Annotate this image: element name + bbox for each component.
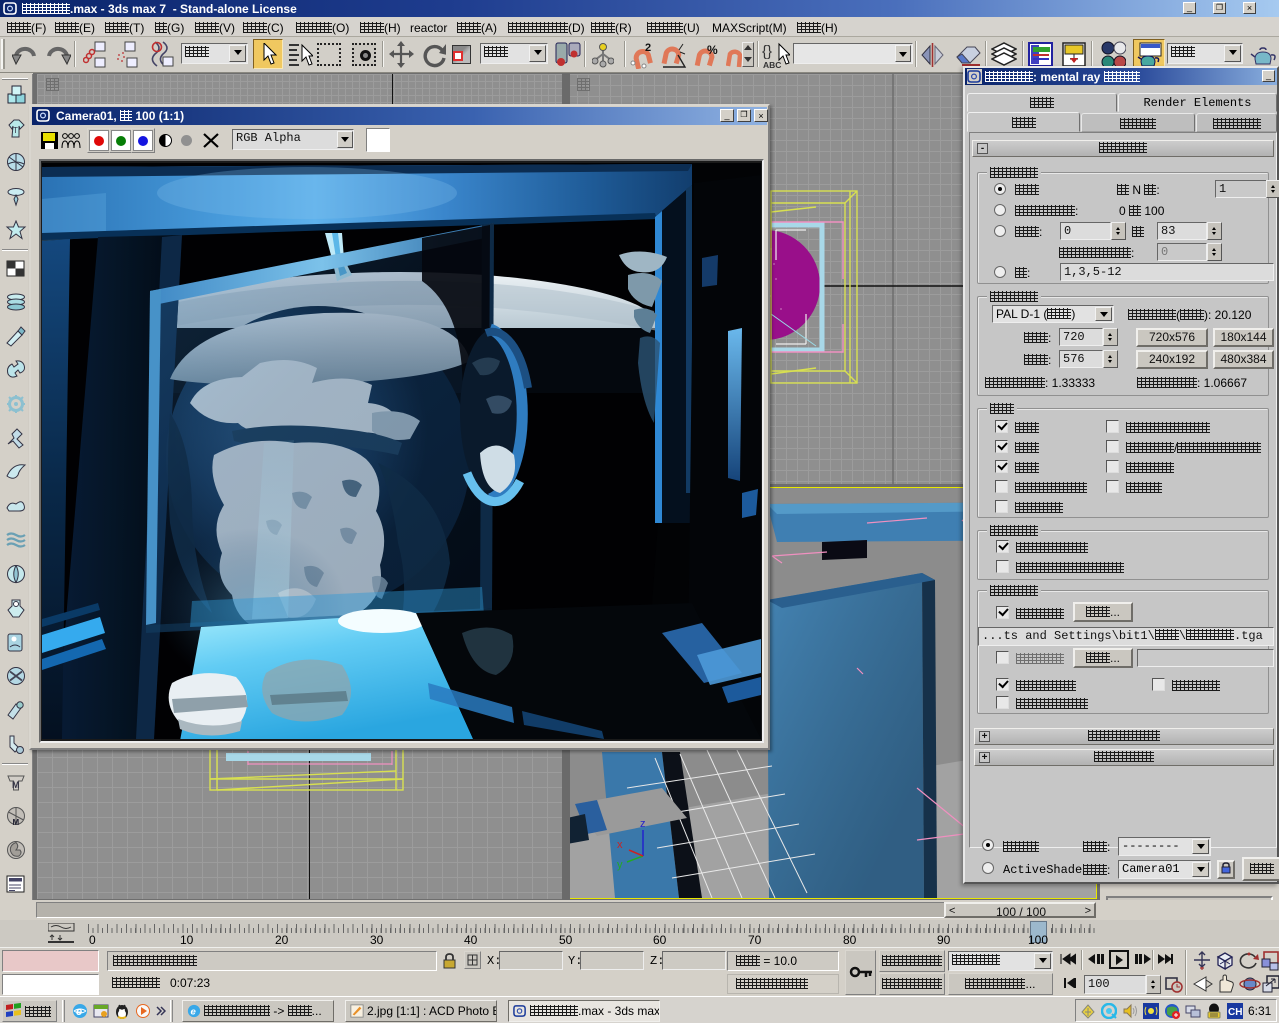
svg-text:z: z: [640, 818, 646, 830]
svg-text:y: y: [617, 859, 623, 871]
svg-text:e: e: [76, 1006, 82, 1018]
svg-text:T: T: [13, 126, 18, 135]
svg-text:e: e: [191, 1007, 197, 1018]
svg-text:x: x: [617, 839, 623, 851]
svg-text:%: %: [707, 43, 718, 57]
svg-text:2: 2: [645, 42, 651, 54]
svg-text:{}: {}: [762, 43, 772, 60]
svg-text:M: M: [12, 780, 20, 790]
svg-text:M: M: [13, 818, 20, 827]
svg-text:CH: CH: [1228, 1007, 1242, 1018]
svg-text:ABC: ABC: [763, 60, 781, 70]
